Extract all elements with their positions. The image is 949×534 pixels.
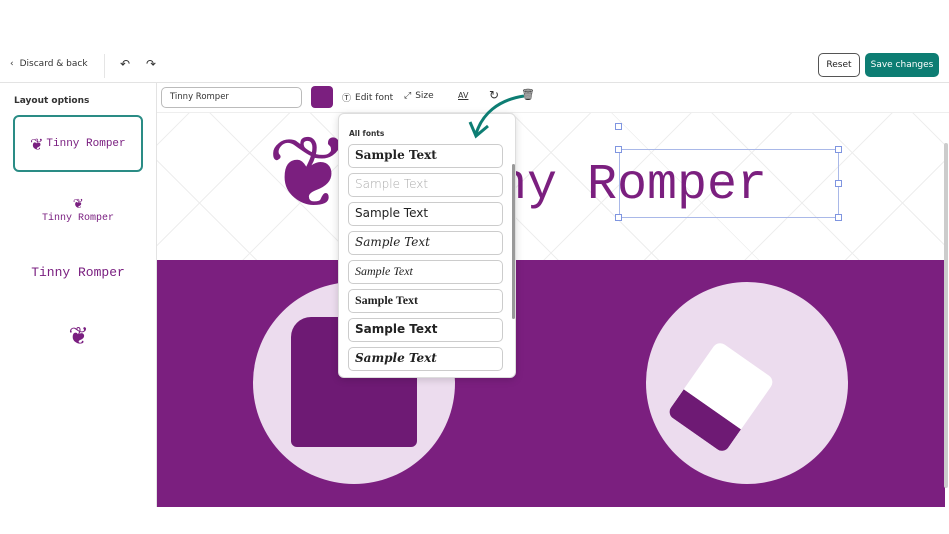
font-option[interactable]: Sample Text	[348, 231, 503, 255]
color-swatch[interactable]	[311, 86, 333, 108]
text-input[interactable]: Tinny Romper	[161, 87, 302, 108]
reset-button[interactable]: Reset	[818, 53, 860, 77]
font-option[interactable]: Sample Text	[348, 173, 503, 197]
handle[interactable]	[835, 180, 842, 187]
resize-icon: ⤢	[404, 91, 412, 101]
badge-mockup	[646, 282, 848, 484]
handle[interactable]	[835, 146, 842, 153]
font-option[interactable]: Sample Text	[348, 289, 503, 313]
font-option[interactable]: Sample Text	[348, 202, 503, 226]
canvas-scrollbar[interactable]	[944, 143, 948, 488]
handle[interactable]	[835, 214, 842, 221]
save-changes-button[interactable]: Save changes	[865, 53, 939, 77]
butterfly-icon: ❦	[30, 133, 43, 157]
font-option[interactable]: Sample Text	[348, 347, 503, 371]
handle[interactable]	[615, 214, 622, 221]
edit-font-button[interactable]: Ⓣ Edit font	[342, 91, 393, 105]
butterfly-icon: ❦	[68, 319, 88, 354]
selection-box[interactable]	[619, 149, 839, 218]
size-button[interactable]: ⤢ Size	[404, 91, 434, 101]
layout-option-stacked[interactable]: ❦ Tinny Romper	[13, 183, 143, 233]
dropdown-title: All fonts	[349, 129, 385, 138]
redo-icon[interactable]: ↷	[146, 57, 156, 71]
font-option[interactable]: Sample Text	[348, 260, 503, 284]
handle[interactable]	[615, 123, 622, 130]
layout-option-icon-only[interactable]: ❦	[13, 313, 143, 357]
text-icon: Ⓣ	[342, 94, 352, 104]
font-dropdown: All fonts Sample Text Sample Text Sample…	[338, 113, 516, 378]
text-toolbar: Tinny Romper Ⓣ Edit font ⤢ Size AV ↻ 🗑	[157, 83, 949, 113]
layout-option-text-only[interactable]: Tinny Romper	[13, 258, 143, 286]
sidebar-title: Layout options	[14, 96, 90, 106]
handle[interactable]	[615, 146, 622, 153]
design-canvas[interactable]: ❦ ny Romper	[157, 113, 945, 507]
font-option[interactable]: Sample Text	[348, 318, 503, 342]
undo-icon[interactable]: ↶	[120, 57, 130, 71]
dropdown-scrollbar[interactable]	[512, 164, 515, 319]
id-badge-image	[666, 340, 776, 454]
discard-back-button[interactable]: ‹ Discard & back	[10, 59, 88, 69]
arrow-annotation-icon	[468, 94, 525, 139]
chevron-left-icon: ‹	[10, 59, 14, 69]
top-bar: ‹ Discard & back ↶ ↷ Reset Save changes	[0, 50, 949, 83]
layout-option-horizontal[interactable]: ❦ Tinny Romper	[13, 115, 143, 172]
font-option[interactable]: Sample Text	[348, 144, 503, 168]
divider	[104, 54, 105, 78]
layout-sidebar: Layout options ❦ Tinny Romper ❦ Tinny Romp…	[0, 83, 157, 507]
letter-spacing-button[interactable]: AV	[458, 91, 468, 100]
butterfly-icon: ❦	[73, 194, 83, 213]
